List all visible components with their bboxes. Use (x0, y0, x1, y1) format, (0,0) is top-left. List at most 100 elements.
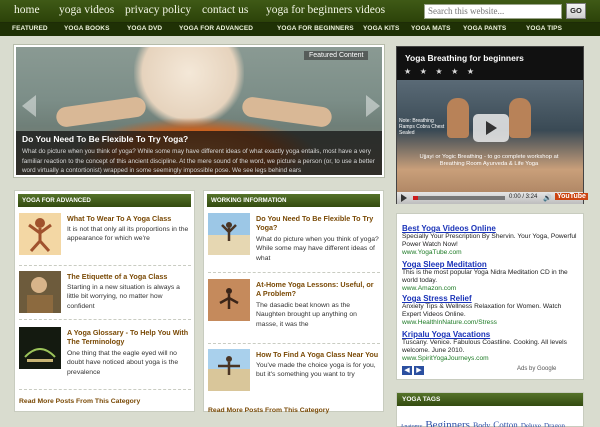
ad-item[interactable]: Yoga Sleep Meditation This is the most p… (402, 260, 582, 292)
category-yoga-mats[interactable]: YOGA MATS (411, 25, 451, 32)
slider-title[interactable]: Do You Need To Be Flexible To Try Yoga? (22, 134, 188, 144)
post-thumbnail-portrait-icon[interactable] (19, 271, 61, 313)
tag-link[interactable]: Cotton (493, 420, 518, 427)
featured-slider[interactable]: Featured Content Do You Need To Be Flexi… (13, 44, 385, 178)
working-information-box: WORKING INFORMATION Do You Need To Be Fl… (203, 190, 384, 414)
nav-link-yoga-for-beginners-videos[interactable]: yoga for beginners videos (266, 4, 385, 16)
top-navigation: home yoga videos privacy policy contact … (0, 0, 600, 23)
tag-link[interactable]: Dragon (544, 422, 565, 427)
divider (19, 265, 191, 266)
post-title[interactable]: What To Wear To A Yoga Class (67, 214, 191, 223)
post-thumbnail-beach-yoga-icon[interactable] (208, 213, 250, 255)
divider (19, 319, 191, 320)
category-yoga-dvd[interactable]: YOGA DVD (127, 25, 162, 32)
search-go-button[interactable]: GO (566, 3, 586, 19)
youtube-video-player[interactable]: Yoga Breathing for beginners ★ ★ ★ ★ ★ N… (396, 46, 588, 204)
yoga-for-advanced-box: YOGA FOR ADVANCED What To Wear To A Yoga… (14, 190, 195, 412)
ad-item[interactable]: Best Yoga Videos Online Specially Your P… (402, 224, 582, 256)
box-heading: WORKING INFORMATION (207, 194, 380, 207)
video-person-right (509, 98, 531, 138)
read-more-link[interactable]: Read More Posts From This Category (208, 407, 329, 414)
nav-link-contact-us[interactable]: contact us (202, 4, 248, 16)
post-title[interactable]: Do You Need To Be Flexible To Try Yoga? (256, 214, 380, 232)
google-ads: Best Yoga Videos Online Specially Your P… (396, 213, 584, 380)
video-frame[interactable]: Note: Breathing Ramps Cobra Chest Sealed… (397, 80, 583, 192)
post-thumbnail-yoga-figure-icon[interactable] (19, 213, 61, 255)
post-item[interactable]: At-Home Yoga Lessons: Useful, or A Probl… (208, 279, 380, 339)
nav-link-home[interactable]: home (14, 4, 40, 16)
tag-link[interactable]: Body (473, 421, 490, 427)
ad-title[interactable]: Best Yoga Videos Online (402, 224, 582, 233)
ad-description: Anxiety Tips & Wellness Relaxation for W… (402, 303, 562, 318)
ad-url[interactable]: www.YogaTube.com (402, 249, 582, 256)
video-person-left (447, 98, 469, 138)
video-play-button[interactable] (473, 114, 509, 142)
slider-caption: Do You Need To Be Flexible To Try Yoga? … (16, 131, 382, 175)
read-more-link[interactable]: Read More Posts From This Category (19, 398, 140, 405)
category-yoga-kits[interactable]: YOGA KITS (363, 25, 399, 32)
nav-link-yoga-videos[interactable]: yoga videos (59, 4, 114, 16)
ad-title[interactable]: Kripalu Yoga Vacations (402, 330, 582, 339)
post-item[interactable]: Do You Need To Be Flexible To Try Yoga? … (208, 213, 380, 269)
volume-icon[interactable]: 🔊 (543, 194, 552, 202)
post-item[interactable]: How To Find A Yoga Class Near You You've… (208, 349, 380, 393)
ad-description: This is the most popular Yoga Nidra Medi… (402, 269, 568, 284)
tag-cloud: Anatomy Beginners Body Cotton Deluxe Dragon (400, 415, 568, 427)
post-thumbnail-book-icon[interactable] (19, 327, 61, 369)
category-yoga-for-beginners[interactable]: YOGA FOR BEGINNERS (277, 25, 354, 32)
video-title[interactable]: Yoga Breathing for beginners (405, 53, 524, 63)
category-yoga-tips[interactable]: YOGA TIPS (526, 25, 562, 32)
post-title[interactable]: The Etiquette of a Yoga Class (67, 272, 191, 281)
video-progress-fill (413, 196, 418, 200)
photo-torso (134, 47, 244, 127)
ads-prev-icon[interactable]: ◀ (402, 366, 412, 375)
ad-title[interactable]: Yoga Stress Relief (402, 294, 582, 303)
video-overlay-bottom-text: Ujjayi or Yogic Breathing - to go comple… (419, 154, 559, 167)
category-yoga-for-advanced[interactable]: YOGA FOR ADVANCED (179, 25, 253, 32)
video-overlay-left-text: Note: Breathing Ramps Cobra Chest Sealed (399, 118, 445, 136)
tag-link[interactable]: Deluxe (521, 422, 541, 427)
category-bar: FEATURED YOGA BOOKS YOGA DVD YOGA FOR AD… (0, 23, 600, 36)
tag-link[interactable]: Beginners (425, 419, 470, 427)
ads-by-google[interactable]: Ads by Google (517, 366, 556, 372)
slider-excerpt: What do picture when you think of yoga? … (22, 148, 375, 174)
post-item[interactable]: A Yoga Glossary - To Help You With The T… (19, 327, 191, 387)
category-yoga-books[interactable]: YOGA BOOKS (64, 25, 110, 32)
post-excerpt: Starting in a new situation is always a … (67, 284, 180, 310)
control-play-icon[interactable] (401, 194, 407, 202)
play-icon (486, 121, 497, 135)
divider (19, 389, 191, 390)
post-thumbnail-beach-pose-icon[interactable] (208, 349, 250, 391)
slider-prev-arrow-icon[interactable] (22, 95, 36, 117)
post-item[interactable]: What To Wear To A Yoga Class It is not t… (19, 213, 191, 261)
category-featured[interactable]: FEATURED (12, 25, 48, 32)
divider (208, 343, 380, 344)
ad-url[interactable]: www.SpiritYogaJourneys.com (402, 355, 582, 362)
video-rating-stars-icon: ★ ★ ★ ★ ★ (404, 67, 478, 76)
ad-item[interactable]: Kripalu Yoga Vacations Tuscany. Venice. … (402, 330, 582, 362)
post-title[interactable]: How To Find A Yoga Class Near You (256, 350, 380, 359)
ad-title[interactable]: Yoga Sleep Meditation (402, 260, 582, 269)
ad-description: Tuscany. Venice. Fabulous Coastline. Coo… (402, 339, 567, 354)
post-excerpt: You've made the choice yoga is for you, … (256, 362, 376, 379)
search-input[interactable]: Search this website... (424, 4, 562, 19)
nav-link-privacy-policy[interactable]: privacy policy (125, 4, 191, 16)
slider-next-arrow-icon[interactable] (366, 95, 380, 117)
ad-item[interactable]: Yoga Stress Relief Anxiety Tips & Wellne… (402, 294, 582, 326)
ads-next-icon[interactable]: ▶ (414, 366, 424, 375)
youtube-logo[interactable]: YouTube (555, 193, 588, 200)
featured-content-badge: Featured Content (304, 51, 369, 60)
ad-url[interactable]: www.Amazon.com (402, 285, 582, 292)
ad-description: Specially Your Prescription By Shervin. … (402, 233, 577, 248)
video-controls: 0:00 / 3:24 🔊 YouTube (397, 192, 588, 204)
video-progress-bar[interactable] (413, 196, 505, 200)
ad-url[interactable]: www.HealthInNature.com/Stress (402, 319, 582, 326)
post-title[interactable]: At-Home Yoga Lessons: Useful, or A Probl… (256, 280, 380, 298)
yoga-tags-heading: YOGA TAGS (397, 393, 583, 406)
post-excerpt: It is not that only all its proportions … (67, 226, 189, 243)
post-title[interactable]: A Yoga Glossary - To Help You With The T… (67, 328, 191, 346)
post-excerpt: What do picture when you think of yoga? … (256, 236, 379, 262)
box-heading: YOGA FOR ADVANCED (18, 194, 191, 207)
post-thumbnail-sunset-yoga-icon[interactable] (208, 279, 250, 321)
category-yoga-pants[interactable]: YOGA PANTS (463, 25, 506, 32)
